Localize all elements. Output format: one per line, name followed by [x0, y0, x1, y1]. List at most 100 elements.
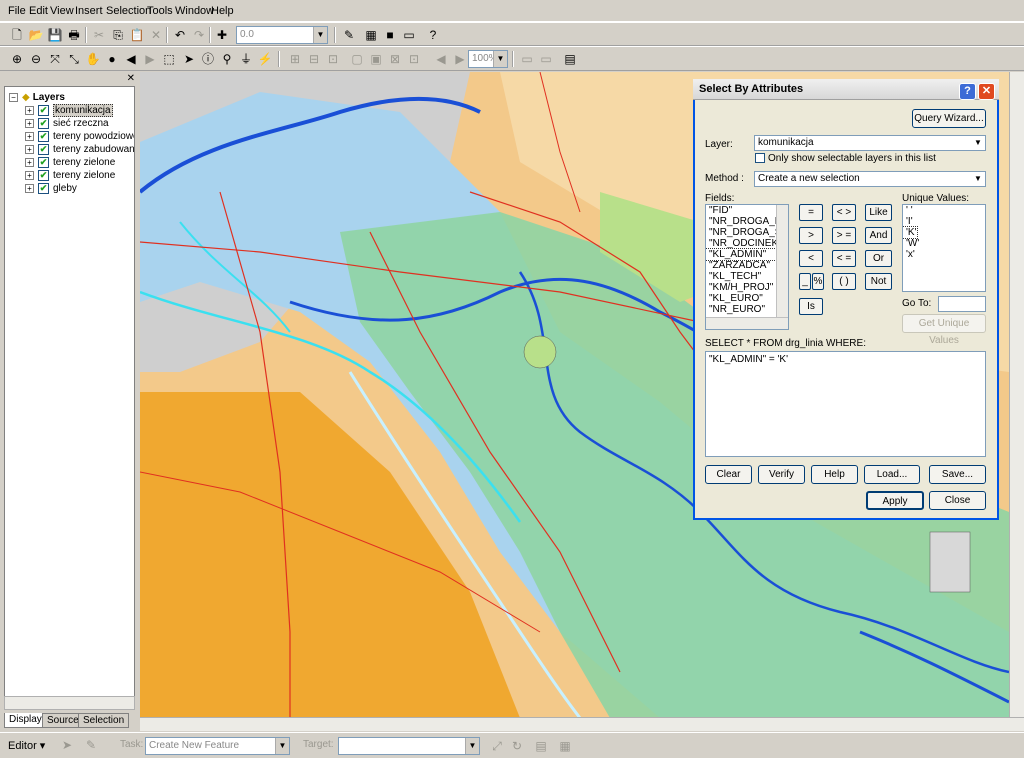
full-extent-icon[interactable]: ●: [103, 50, 121, 68]
open-icon[interactable]: 📂: [27, 26, 45, 44]
operator-greater-equal-button[interactable]: > =: [832, 227, 856, 244]
fields-hscroll[interactable]: [706, 317, 788, 329]
delete-icon[interactable]: ✕: [147, 26, 165, 44]
unique-value-item[interactable]: 'I': [903, 216, 985, 227]
layer-label[interactable]: komunikacja: [53, 104, 113, 117]
layout-forward-icon[interactable]: ▶: [451, 50, 469, 68]
help-button[interactable]: Help: [811, 465, 858, 484]
menu-tools[interactable]: Tools: [147, 5, 173, 17]
layer-label[interactable]: tereny zielone: [53, 170, 115, 181]
operator-equals-button[interactable]: =: [799, 204, 823, 221]
expand-icon[interactable]: +: [25, 106, 34, 115]
whats-this-icon[interactable]: ?: [424, 26, 442, 44]
unique-value-item[interactable]: ' ': [903, 205, 985, 216]
copy-icon[interactable]: ⎘: [109, 26, 127, 44]
operator-parens-button[interactable]: ( ): [832, 273, 856, 290]
layer-visibility-checkbox[interactable]: ✔: [38, 118, 49, 129]
operator-less-button[interactable]: <: [799, 250, 823, 267]
menu-selection[interactable]: Selection: [106, 5, 151, 17]
dialog-titlebar[interactable]: Select By Attributes ? ✕: [693, 79, 999, 100]
close-icon[interactable]: ✕: [127, 73, 135, 84]
operator-or-button[interactable]: Or: [865, 250, 892, 267]
map-horizontal-scrollbar[interactable]: [140, 717, 1024, 731]
print-icon[interactable]: 🖶: [65, 26, 83, 44]
map-vertical-scrollbar[interactable]: [1009, 72, 1024, 718]
save-button[interactable]: Save...: [929, 465, 986, 484]
unique-value-item[interactable]: 'x': [903, 249, 985, 260]
pan-icon[interactable]: ✋: [84, 50, 102, 68]
fields-vscroll[interactable]: [776, 205, 788, 317]
toc-layer-tereny-zielone-1[interactable]: + ✔ tereny zielone: [25, 156, 115, 169]
layout-zoom-combo[interactable]: 100% ▼: [468, 50, 508, 68]
load-button[interactable]: Load...: [864, 465, 920, 484]
expand-icon[interactable]: +: [25, 132, 34, 141]
clear-button[interactable]: Clear: [705, 465, 752, 484]
back-extent-icon[interactable]: ◀: [122, 50, 140, 68]
goto-input[interactable]: [938, 296, 986, 312]
toc-root[interactable]: − ◆ Layers: [9, 91, 65, 104]
identify-icon[interactable]: ⓘ: [199, 50, 217, 68]
layout-pan-icon[interactable]: ⊡: [324, 50, 342, 68]
layer-select[interactable]: komunikacja ▼: [754, 135, 986, 151]
layer-label[interactable]: gleby: [53, 183, 77, 194]
arctoolbox-icon[interactable]: ■: [381, 26, 399, 44]
menu-help[interactable]: Help: [211, 5, 234, 17]
editor-menu-button[interactable]: Editor ▾: [8, 739, 45, 752]
edit-tool-icon[interactable]: ➤: [58, 736, 76, 754]
layout-fixed-in-icon[interactable]: ⊠: [386, 50, 404, 68]
find-icon[interactable]: ⚲: [218, 50, 236, 68]
select-features-icon[interactable]: ⬚: [160, 50, 178, 68]
menu-edit[interactable]: Edit: [29, 5, 48, 17]
chevron-down-icon[interactable]: ▼: [465, 738, 479, 754]
operator-is-button[interactable]: Is: [799, 298, 823, 315]
layer-visibility-checkbox[interactable]: ✔: [38, 131, 49, 142]
operator-not-equal-button[interactable]: < >: [832, 204, 856, 221]
layout-zoom-in-icon[interactable]: ⊞: [286, 50, 304, 68]
layout-back-icon[interactable]: ◀: [432, 50, 450, 68]
zoom-100-icon[interactable]: ▣: [367, 50, 385, 68]
fields-listbox[interactable]: "FID" "NR_DROGA_N" "NR_DROGA_S" "NR_ODCI…: [705, 204, 789, 330]
toc-layer-komunikacja[interactable]: + ✔ komunikacja: [25, 104, 113, 117]
chevron-down-icon[interactable]: ▼: [493, 51, 507, 67]
task-combo[interactable]: Create New Feature ▼: [145, 737, 290, 755]
split-tool-icon[interactable]: ⤢: [488, 737, 506, 755]
sketch-tool-icon[interactable]: ✎: [82, 736, 100, 754]
toc-layer-tereny-zabudowane[interactable]: + ✔ tereny zabudowane: [25, 143, 134, 156]
unique-value-item[interactable]: 'W': [903, 238, 985, 249]
menu-file[interactable]: File: [8, 5, 26, 17]
menu-window[interactable]: Window: [175, 5, 214, 17]
query-wizard-button[interactable]: Query Wizard...: [912, 109, 986, 128]
focus-data-frame-icon[interactable]: ▭: [537, 50, 555, 68]
fixed-zoom-in-icon[interactable]: ⤧: [46, 50, 64, 68]
hyperlink-icon[interactable]: ⚡: [256, 50, 274, 68]
layer-visibility-checkbox[interactable]: ✔: [38, 105, 49, 116]
layer-label[interactable]: tereny powodziowe: [53, 131, 134, 142]
chevron-down-icon[interactable]: ▼: [971, 136, 985, 150]
forward-extent-icon[interactable]: ▶: [141, 50, 159, 68]
toc-horizontal-scrollbar[interactable]: [4, 696, 135, 710]
target-combo[interactable]: ▼: [338, 737, 480, 755]
expand-icon[interactable]: +: [25, 171, 34, 180]
expression-textarea[interactable]: "KL_ADMIN" = 'K': [705, 351, 986, 457]
change-layout-icon[interactable]: ▤: [561, 50, 579, 68]
expand-icon[interactable]: +: [25, 184, 34, 193]
layer-visibility-checkbox[interactable]: ✔: [38, 157, 49, 168]
close-icon[interactable]: ✕: [978, 83, 995, 100]
expand-icon[interactable]: +: [25, 145, 34, 154]
editor-toolbar-icon[interactable]: ✎: [340, 26, 358, 44]
rotate-tool-icon[interactable]: ↻: [508, 737, 526, 755]
toc-layer-tereny-powodziowe[interactable]: + ✔ tereny powodziowe: [25, 130, 134, 143]
only-selectable-checkbox[interactable]: [755, 153, 765, 163]
tab-selection[interactable]: Selection: [78, 713, 130, 728]
operator-percent-button[interactable]: %: [812, 273, 824, 290]
operator-underscore-button[interactable]: _: [799, 273, 811, 290]
chevron-down-icon[interactable]: ▼: [313, 27, 327, 43]
help-icon[interactable]: ?: [959, 83, 976, 100]
command-line-icon[interactable]: ▭: [400, 26, 418, 44]
toc-layer-gleby[interactable]: + ✔ gleby: [25, 182, 77, 195]
operator-and-button[interactable]: And: [865, 227, 892, 244]
toc-layer-tereny-zielone-2[interactable]: + ✔ tereny zielone: [25, 169, 115, 182]
save-icon[interactable]: 💾: [46, 26, 64, 44]
operator-like-button[interactable]: Like: [865, 204, 892, 221]
operator-not-button[interactable]: Not: [865, 273, 892, 290]
